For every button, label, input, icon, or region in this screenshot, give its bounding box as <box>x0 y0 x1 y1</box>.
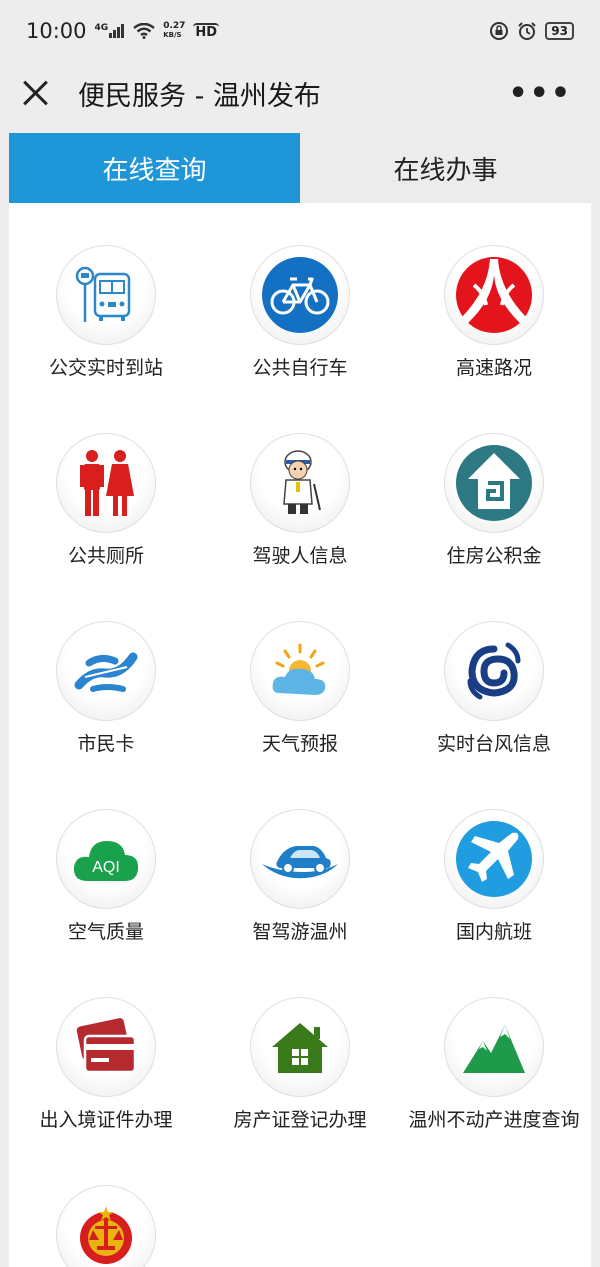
service-label: 公共厕所 <box>67 545 144 567</box>
network-type: 4G <box>94 23 109 33</box>
service-panel: 在线查询 在线办事 公交实时到站 公共自行车 高速路况 公共厕所 驾驶人信息 住… <box>9 133 591 1267</box>
service-label: 温州不动产进度查询 <box>408 1109 580 1131</box>
service-label: 公共自行车 <box>252 357 348 379</box>
mountain-icon <box>444 997 544 1097</box>
highway-icon <box>444 245 544 345</box>
service-weather[interactable]: 天气预报 <box>203 621 397 757</box>
tab-online-service[interactable]: 在线办事 <box>300 133 591 203</box>
service-label: 市民卡 <box>77 733 135 755</box>
car-icon <box>250 809 350 909</box>
weather-icon <box>250 621 350 721</box>
aqi-text: AQI <box>92 859 120 876</box>
service-label: 国内航班 <box>455 921 532 943</box>
status-right: 93 <box>489 21 574 41</box>
court-emblem-icon <box>56 1185 156 1267</box>
network-speed: 0.27 KB/S <box>163 22 185 40</box>
status-left: 10:00 4G 0.27 KB/S HD <box>26 19 220 43</box>
status-bar: 10:00 4G 0.27 KB/S HD 93 <box>0 0 600 62</box>
service-label: 住房公积金 <box>446 545 542 567</box>
air-quality-icon: AQI <box>56 809 156 909</box>
restroom-icon <box>56 433 156 533</box>
service-highway-traffic[interactable]: 高速路况 <box>397 245 591 381</box>
page-title: 便民服务 - 温州发布 <box>78 80 321 112</box>
service-exit-entry[interactable]: 出入境证件办理 <box>9 997 203 1133</box>
service-bus-arrival[interactable]: 公交实时到站 <box>9 245 203 381</box>
network-speed-value: 0.27 <box>163 21 186 31</box>
service-label: 天气预报 <box>261 733 338 755</box>
service-housing-fund[interactable]: 住房公积金 <box>397 433 591 569</box>
service-domestic-flights[interactable]: 国内航班 <box>397 809 591 945</box>
service-property-registration[interactable]: 房产证登记办理 <box>203 997 397 1133</box>
service-label: 实时台风信息 <box>436 733 551 755</box>
citizen-card-icon <box>56 621 156 721</box>
id-card-icon <box>56 997 156 1097</box>
service-label: 智驾游温州 <box>252 921 348 943</box>
service-smart-drive[interactable]: 智驾游温州 <box>203 809 397 945</box>
airplane-icon <box>444 809 544 909</box>
more-options-icon[interactable]: ••• <box>508 76 580 111</box>
service-label: 公交实时到站 <box>48 357 163 379</box>
hd-icon: HD <box>193 22 220 40</box>
battery-icon: 93 <box>545 22 574 40</box>
traffic-police-icon <box>250 433 350 533</box>
alarm-icon <box>518 22 537 40</box>
bicycle-icon <box>250 245 350 345</box>
nav-bar: 便民服务 - 温州发布 ••• <box>0 62 600 124</box>
service-typhoon[interactable]: 实时台风信息 <box>397 621 591 757</box>
service-driver-info[interactable]: 驾驶人信息 <box>203 433 397 569</box>
housing-fund-icon <box>444 433 544 533</box>
bus-stop-icon <box>56 245 156 345</box>
status-time: 10:00 <box>26 19 87 43</box>
service-public-bicycle[interactable]: 公共自行车 <box>203 245 397 381</box>
network-speed-unit: KB/S <box>163 31 182 39</box>
service-public-toilet[interactable]: 公共厕所 <box>9 433 203 569</box>
service-label: 高速路况 <box>455 357 532 379</box>
service-citizen-card[interactable]: 市民卡 <box>9 621 203 757</box>
typhoon-icon <box>444 621 544 721</box>
service-label: 房产证登记办理 <box>233 1109 367 1131</box>
service-label: 驾驶人信息 <box>252 545 348 567</box>
service-air-quality[interactable]: AQI 空气质量 <box>9 809 203 945</box>
service-court[interactable] <box>9 1185 203 1267</box>
service-real-estate-progress[interactable]: 温州不动产进度查询 <box>397 997 591 1133</box>
wifi-icon <box>133 23 155 39</box>
tab-bar: 在线查询 在线办事 <box>9 133 591 203</box>
service-label: 出入境证件办理 <box>39 1109 173 1131</box>
signal-icon: 4G <box>95 24 126 38</box>
lock-rotation-icon <box>490 22 509 40</box>
service-label: 空气质量 <box>67 921 144 943</box>
tab-online-query[interactable]: 在线查询 <box>9 133 300 203</box>
house-icon <box>250 997 350 1097</box>
close-icon[interactable] <box>20 77 52 109</box>
